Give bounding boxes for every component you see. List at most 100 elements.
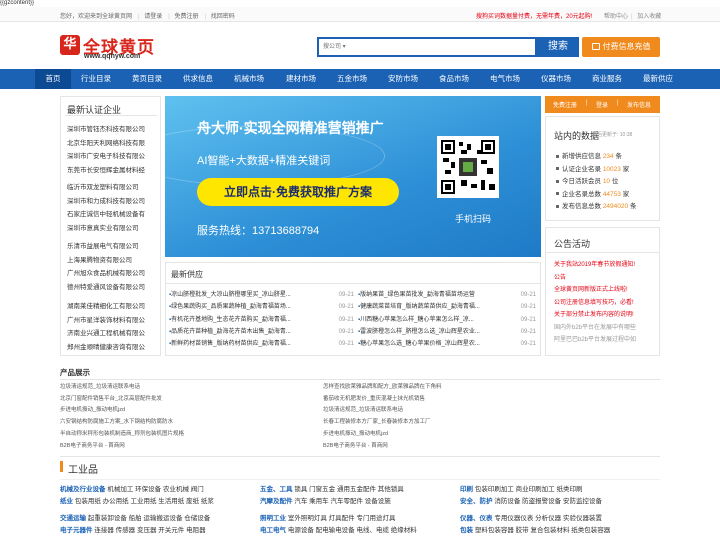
product-link[interactable]: B2B电子商务平台 - 首商网: [60, 441, 184, 453]
search-input[interactable]: [319, 39, 535, 55]
product-link[interactable]: 半自动称米秤形包装机制造商_称剂包装机图片规格: [60, 429, 184, 441]
search-button[interactable]: 搜索: [537, 37, 579, 57]
supply-row[interactable]: ▪健康蔬菜苗培育_版纳蔬菜苗供应_勐海青福... 09-21: [358, 301, 536, 313]
notice-link[interactable]: 公告: [554, 272, 636, 285]
industry-link[interactable]: 生活用纸: [158, 498, 184, 505]
industry-link[interactable]: 锁具: [294, 486, 307, 493]
industry-category-link[interactable]: 照明工业: [260, 515, 286, 522]
industry-link[interactable]: 门窗五金: [309, 486, 335, 493]
industry-link[interactable]: 防盗报警设备: [522, 498, 561, 505]
industry-category-link[interactable]: 交通运输: [60, 515, 86, 522]
industry-link[interactable]: 开关元件: [158, 527, 184, 534]
industry-link[interactable]: 其他锁具: [378, 486, 404, 493]
industry-link[interactable]: 纸浆: [201, 498, 214, 505]
product-link[interactable]: 六安钢结构防腐施工方案_水下钢结构防腐防水: [60, 417, 184, 429]
company-link[interactable]: 乐清市益展电气有限公司: [67, 240, 145, 254]
product-link[interactable]: 垃圾清运规范_垃圾清运联系电话: [323, 405, 442, 417]
notice-link[interactable]: 全球黄页网新版正式上线啦!: [554, 284, 636, 297]
notice-link[interactable]: 关于部分禁止发布内容的说明!: [554, 309, 636, 322]
company-link[interactable]: 广州市星洋装饰材料有限公: [67, 314, 145, 328]
nav-home[interactable]: 首页: [35, 69, 71, 89]
industry-link[interactable]: 乘用车: [309, 498, 329, 505]
industry-link[interactable]: 阀门: [191, 486, 204, 493]
industry-link[interactable]: 工业用纸: [130, 498, 156, 505]
company-link[interactable]: 上海果腾物资有限公司: [67, 254, 145, 268]
product-link[interactable]: 步进电机振动_振动电机jzd: [323, 429, 442, 441]
nav-business-service[interactable]: 商业服务: [581, 69, 633, 89]
industry-link[interactable]: 电源设备: [288, 527, 314, 534]
nav-instrument-market[interactable]: 仪器市场: [531, 69, 581, 89]
industry-link[interactable]: 机械加工: [107, 486, 133, 493]
search-field[interactable]: [317, 37, 537, 57]
company-link[interactable]: 东莞市长安恒辉金属材料经: [67, 164, 145, 178]
nav-building-market[interactable]: 建材市场: [275, 69, 327, 89]
banner-cta-button[interactable]: 立即点击·免费获取推广方案: [197, 178, 399, 206]
industry-link[interactable]: 通用五金配件: [337, 486, 376, 493]
site-logo[interactable]: 华 全球黄页 www.qqhyw.com: [60, 33, 188, 61]
company-link[interactable]: 深圳市管钰杰科技有限公司: [67, 123, 145, 137]
industry-link[interactable]: 设备设施: [365, 498, 391, 505]
company-link[interactable]: 广州旭众食品机械有限公司: [67, 267, 145, 281]
industry-category-link[interactable]: 汽摩及配件: [260, 498, 293, 505]
product-link[interactable]: 垃圾清运规范_垃圾清运联系电话: [60, 382, 184, 394]
industry-link[interactable]: 传感器: [116, 527, 136, 534]
publish-info-button[interactable]: 发布信息: [627, 100, 651, 109]
industry-category-link[interactable]: 五金、工具: [260, 486, 293, 493]
company-link[interactable]: 湖南莱佳精细化工有限公司: [67, 300, 145, 314]
product-link[interactable]: 怎样查找欧莱雅品牌和配方_欧莱雅品牌在下角料: [323, 382, 442, 394]
industry-link[interactable]: 胶带: [516, 527, 529, 534]
pay-recharge-button[interactable]: 付费信息充值: [582, 37, 660, 57]
notice-link[interactable]: 关于我站2019年春节放假通知!: [554, 259, 636, 272]
supply-row[interactable]: ▪有机花卉基地购_生态花卉苗购买_勐海青福... 09-21: [169, 314, 354, 326]
industry-link[interactable]: 绝缘材料: [391, 527, 417, 534]
industry-link[interactable]: 汽车零配件: [330, 498, 363, 505]
promo-banner[interactable]: 舟大师·实现全网精准营销推广 AI智能+大数据+精准关键词 立即点击·免费获取推…: [165, 96, 541, 257]
forgot-password-link[interactable]: 找回密码: [211, 14, 235, 20]
industry-link[interactable]: 纸类包装容器: [571, 527, 610, 534]
company-link[interactable]: 临沂市双龙塑料有限公司: [67, 181, 145, 195]
industry-link[interactable]: 复合包装材料: [530, 527, 569, 534]
nav-machinery-market[interactable]: 机械市场: [223, 69, 275, 89]
nav-latest-supply[interactable]: 最新供应: [633, 69, 683, 89]
nav-supply-demand[interactable]: 供求信息: [173, 69, 223, 89]
supply-row[interactable]: ▪糖心苹果怎么选_糖心苹果价格_凉山辉星农... 09-21: [358, 338, 536, 350]
industry-link[interactable]: 环保设备: [135, 486, 161, 493]
industry-link[interactable]: 船舶: [129, 515, 142, 522]
promo-link[interactable]: 搜狗买词数据量付费，无需年费，20元起购!: [476, 11, 592, 20]
nav-yellowpage-directory[interactable]: 黄页目录: [121, 69, 173, 89]
industry-link[interactable]: 塑料包装容器: [475, 527, 514, 534]
product-link[interactable]: 步进电机振动_振动电机jzd: [60, 405, 184, 417]
notice-link[interactable]: 公司注册信息填写技巧，必看!: [554, 297, 636, 310]
industry-link[interactable]: 包装印刷加工: [475, 486, 514, 493]
company-link[interactable]: 深圳市广安电子科技有限公: [67, 150, 145, 164]
industry-category-link[interactable]: 仪器、仪表: [460, 515, 493, 522]
add-favorite-link[interactable]: 加入收藏: [637, 14, 661, 20]
industry-link[interactable]: 农业机械: [163, 486, 189, 493]
industry-category-link[interactable]: 纸业: [60, 498, 73, 505]
industry-link[interactable]: 消防设备: [494, 498, 520, 505]
product-link[interactable]: 北京门窗配件销售平台_北京高层配件批发: [60, 394, 184, 406]
industry-link[interactable]: 办公用纸: [103, 498, 129, 505]
company-link[interactable]: 德州特爱通风设备有限公司: [67, 281, 145, 295]
supply-row[interactable]: ▪雷波脐橙怎么样_脐橙怎么选_凉山辉星农业... 09-21: [358, 326, 536, 338]
industry-link[interactable]: 分析仪器: [535, 515, 561, 522]
nav-hardware-market[interactable]: 五金市场: [327, 69, 377, 89]
industry-link[interactable]: 包装用纸: [75, 498, 101, 505]
industry-link[interactable]: 专用仪器仪表: [494, 515, 533, 522]
industry-link[interactable]: 电线、电缆: [356, 527, 389, 534]
supply-row[interactable]: ▪凉山脐橙批发_大凉山脐橙哪里买_凉山脐星... 09-21: [169, 289, 354, 301]
industry-link[interactable]: 变压器: [137, 527, 157, 534]
industry-category-link[interactable]: 印刷: [460, 486, 473, 493]
industry-link[interactable]: 起重装卸设备: [88, 515, 127, 522]
industry-link[interactable]: 仓储设备: [184, 515, 210, 522]
industry-link[interactable]: 专门用途灯具: [356, 515, 395, 522]
industry-category-link[interactable]: 电子元器件: [60, 527, 93, 534]
login-link[interactable]: 请登录: [144, 14, 162, 20]
company-link[interactable]: 深圳市意真实业有限公司: [67, 222, 145, 236]
nav-food-market[interactable]: 食品市场: [429, 69, 479, 89]
industry-link[interactable]: 商业印刷加工: [516, 486, 555, 493]
company-link[interactable]: 石家庄诚信中轻机械设备有: [67, 208, 145, 222]
product-link[interactable]: B2B电子商务平台 - 首商网: [323, 441, 442, 453]
industry-link[interactable]: 废纸: [186, 498, 199, 505]
industry-link[interactable]: 安防监控设备: [563, 498, 602, 505]
